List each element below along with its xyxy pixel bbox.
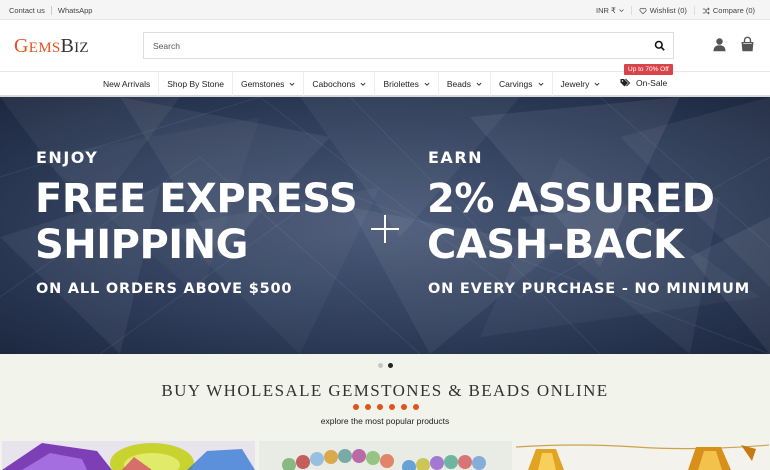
hero-left-kicker: ENJOY xyxy=(36,148,99,167)
top-utility-bar: Contact us WhatsApp INR ₹ Wishlist (0) C… xyxy=(0,0,770,20)
product-card-briolettes[interactable] xyxy=(516,441,769,470)
plus-icon xyxy=(371,215,399,243)
search-input[interactable] xyxy=(153,41,633,51)
section-subtitle: explore the most popular products xyxy=(320,416,450,426)
compare-label: Compare (0) xyxy=(712,6,755,15)
popular-products-section: BUY WHOLESALE GEMSTONES & BEADS ONLINE e… xyxy=(0,354,770,470)
search-bar xyxy=(143,32,674,59)
nav-item-label: Gemstones xyxy=(240,79,285,89)
hero-right-subtext: ON EVERY PURCHASE - NO MINIMUM xyxy=(428,281,750,297)
hero-right-heading-line1: 2% ASSURED xyxy=(427,176,715,222)
nav-item-label: Briolettes xyxy=(383,79,419,89)
nav-item-shop-by-stone[interactable]: Shop By Stone xyxy=(158,72,232,96)
nav-item-new-arrivals[interactable]: New Arrivals xyxy=(95,72,158,96)
logo-letter-b: B xyxy=(60,35,75,57)
shuffle-icon xyxy=(702,7,710,14)
tags-icon xyxy=(620,78,631,87)
product-card-gemstones[interactable] xyxy=(2,441,255,470)
hero-slider-dots xyxy=(378,363,393,368)
nav-item-label: Cabochons xyxy=(312,79,356,89)
shopping-bag-icon[interactable] xyxy=(739,36,756,53)
chevron-down-icon xyxy=(619,9,624,13)
nav-item-label: Beads xyxy=(446,79,471,89)
slider-dot-1[interactable] xyxy=(378,363,383,368)
hero-right-kicker: EARN xyxy=(428,148,484,167)
sale-badge: Up to 70% Off xyxy=(624,64,673,75)
wishlist-link[interactable]: Wishlist (0) xyxy=(630,6,694,15)
nav-item-label: New Arrivals xyxy=(103,79,151,89)
hero-left-heading-line2: SHIPPING xyxy=(35,222,249,268)
product-card-beads[interactable] xyxy=(259,441,512,470)
heart-icon xyxy=(639,7,647,14)
chevron-down-icon xyxy=(424,82,430,86)
nav-item-label: Shop By Stone xyxy=(167,79,224,89)
hero-right-heading-line2: CASH-BACK xyxy=(427,222,684,268)
nav-item-cabochons[interactable]: Cabochons xyxy=(303,72,374,96)
on-sale-link[interactable]: On-Sale xyxy=(620,77,667,88)
search-icon[interactable] xyxy=(654,40,666,52)
logo-letter-g: G xyxy=(14,35,29,57)
nav-item-carvings[interactable]: Carvings xyxy=(489,72,552,96)
logo-letters-ems: EMS xyxy=(28,40,61,56)
chevron-down-icon xyxy=(360,82,366,86)
logo-letters-iz: IZ xyxy=(74,40,89,56)
nav-item-label: Carvings xyxy=(498,79,533,89)
nav-item-label: Jewelry xyxy=(560,79,590,89)
nav-item-beads[interactable]: Beads xyxy=(437,72,490,96)
gemstones-image xyxy=(2,441,255,470)
on-sale-label: On-Sale xyxy=(636,77,668,88)
hero-left-heading-line1: FREE EXPRESS xyxy=(35,176,358,222)
nav-item-briolettes[interactable]: Briolettes xyxy=(374,72,437,96)
chevron-down-icon xyxy=(594,82,600,86)
wishlist-label: Wishlist (0) xyxy=(649,6,687,15)
slider-dot-2[interactable] xyxy=(388,363,393,368)
contact-us-link[interactable]: Contact us xyxy=(9,6,51,15)
decorative-dots xyxy=(353,404,419,410)
hero-banner[interactable]: ENJOY FREE EXPRESS SHIPPING ON ALL ORDER… xyxy=(0,97,770,354)
nav-item-gemstones[interactable]: Gemstones xyxy=(231,72,303,96)
hero-left-subtext: ON ALL ORDERS ABOVE $500 xyxy=(36,281,293,297)
whatsapp-link[interactable]: WhatsApp xyxy=(50,6,99,15)
nav-item-jewelry[interactable]: Jewelry xyxy=(551,72,609,96)
chevron-down-icon xyxy=(289,82,295,86)
compare-link[interactable]: Compare (0) xyxy=(693,6,762,15)
briolettes-image xyxy=(516,441,769,470)
section-title: BUY WHOLESALE GEMSTONES & BEADS ONLINE xyxy=(161,381,609,400)
beads-image xyxy=(259,441,512,470)
chevron-down-icon xyxy=(538,82,543,86)
site-logo[interactable]: GEMSBIZ xyxy=(14,35,89,58)
chevron-down-icon xyxy=(476,82,482,86)
currency-label: INR ₹ xyxy=(596,6,616,15)
currency-selector[interactable]: INR ₹ xyxy=(589,6,631,15)
user-account-icon[interactable] xyxy=(712,37,727,52)
